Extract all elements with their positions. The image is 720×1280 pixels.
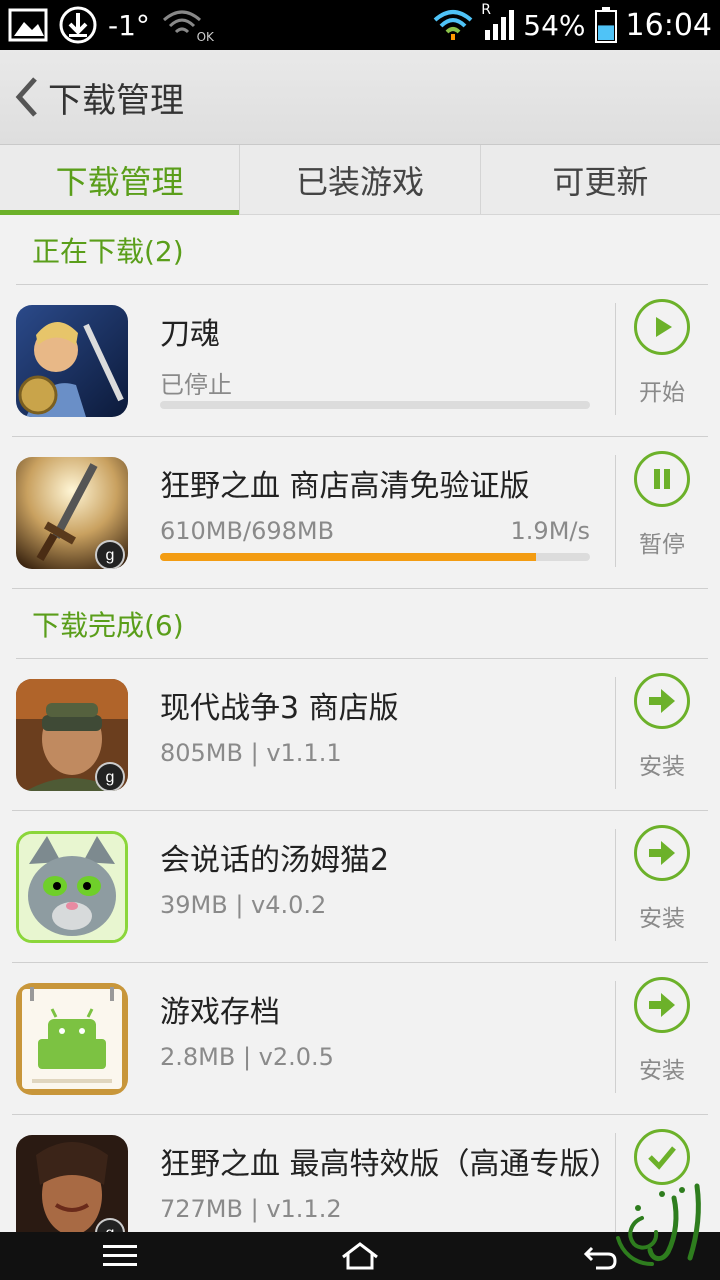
status-bar: -1° OK R 54% 16:04 [0, 0, 720, 50]
arrow-right-icon [634, 977, 690, 1033]
menu-button[interactable] [80, 1232, 160, 1280]
app-name: 现代战争3 商店版 [160, 690, 399, 726]
gallery-icon [8, 8, 48, 42]
tab-installed-games[interactable]: 已装游戏 [240, 145, 481, 214]
progress-bar [160, 400, 590, 409]
download-speed: 1.9M/s [510, 516, 590, 545]
list-item[interactable]: g 现代战争3 商店版 805MB | v1.1.1 安装 [12, 659, 708, 811]
list-item[interactable]: g 狂野之血 商店高清免验证版 610MB/698MB 1.9M/s 暂停 [12, 437, 708, 589]
start-button[interactable]: 开始 [622, 299, 702, 407]
install-button[interactable]: 安装 [622, 673, 702, 781]
tab-bar: 下载管理 已装游戏 可更新 [0, 145, 720, 215]
app-name: 狂野之血 商店高清免验证版 [160, 468, 530, 504]
list-item[interactable]: 会说话的汤姆猫2 39MB | v4.0.2 安装 [12, 811, 708, 963]
back-button[interactable] [6, 50, 46, 145]
installed-indicator[interactable] [622, 1129, 702, 1185]
app-name: 刀魂 [160, 316, 220, 352]
svg-text:g: g [106, 547, 115, 564]
tab-updatable[interactable]: 可更新 [481, 145, 720, 214]
app-icon-soulcalibur [16, 304, 128, 417]
install-label: 安装 [639, 906, 685, 932]
play-icon [634, 299, 690, 355]
download-icon [58, 5, 98, 45]
svg-text:g: g [106, 1225, 115, 1232]
app-icon-wild-blood: g [16, 456, 128, 569]
chevron-left-icon [15, 77, 37, 117]
app-icon-modern-combat-3: g [16, 678, 128, 791]
download-size: 610MB/698MB [160, 516, 335, 545]
start-label: 开始 [639, 380, 685, 406]
progress-fill [160, 552, 536, 561]
battery-icon [594, 7, 618, 43]
page-title: 下载管理 [48, 80, 184, 121]
wifi-icon [433, 8, 473, 42]
wifi-ok-label: OK [196, 30, 214, 44]
tab-download-manager[interactable]: 下载管理 [0, 145, 241, 215]
list-item[interactable]: 游戏存档 2.8MB | v2.0.5 安装 [12, 963, 708, 1115]
section-header-downloading: 正在下载(2) [16, 215, 708, 285]
list-item[interactable]: g 狂野之血 最高特效版（高通专版） 727MB | v1.1.2 [12, 1115, 708, 1232]
progress-bar [160, 552, 590, 561]
divider [615, 455, 616, 567]
roaming-label: R [481, 2, 492, 18]
battery-percent: 54% [523, 8, 586, 42]
pause-icon [634, 451, 690, 507]
arrow-right-icon [634, 825, 690, 881]
divider [615, 829, 616, 941]
app-meta: 2.8MB | v2.0.5 [160, 1042, 334, 1071]
list-item[interactable]: 刀魂 已停止 开始 [12, 285, 708, 437]
menu-icon [103, 1245, 137, 1266]
action-bar: 下载管理 [0, 50, 720, 145]
app-name: 会说话的汤姆猫2 [160, 842, 390, 878]
download-list[interactable]: 正在下载(2) 刀魂 已停止 开始 g 狂野之血 商店高清免验证版 610MB/… [0, 215, 720, 1232]
install-label: 安装 [639, 1058, 685, 1084]
install-label: 安装 [639, 754, 685, 780]
app-icon-game-save [16, 982, 128, 1095]
app-name: 狂野之血 最高特效版（高通专版） [160, 1147, 620, 1182]
home-button[interactable] [320, 1232, 400, 1280]
watermark-logo [612, 1178, 712, 1270]
signal-icon: R [481, 2, 515, 42]
install-button[interactable]: 安装 [622, 977, 702, 1085]
app-name: 游戏存档 [160, 994, 280, 1030]
app-meta: 727MB | v1.1.2 [160, 1195, 342, 1223]
home-icon [342, 1242, 378, 1270]
arrow-right-icon [634, 673, 690, 729]
wifi-ok-icon: OK [160, 8, 214, 44]
app-meta: 39MB | v4.0.2 [160, 890, 327, 919]
divider [615, 677, 616, 789]
temperature: -1° [108, 8, 150, 42]
svg-text:g: g [106, 769, 115, 786]
section-header-completed: 下载完成(6) [16, 589, 708, 659]
pause-label: 暂停 [639, 532, 685, 558]
clock: 16:04 [625, 7, 712, 43]
checkmark-icon [634, 1129, 690, 1185]
app-icon-talking-tom-2 [16, 830, 128, 943]
divider [615, 981, 616, 1093]
pause-button[interactable]: 暂停 [622, 451, 702, 559]
install-button[interactable]: 安装 [622, 825, 702, 933]
divider [615, 303, 616, 415]
app-meta: 805MB | v1.1.1 [160, 738, 342, 767]
app-icon-wild-blood-hq: g [16, 1135, 128, 1232]
download-status: 已停止 [160, 370, 232, 399]
